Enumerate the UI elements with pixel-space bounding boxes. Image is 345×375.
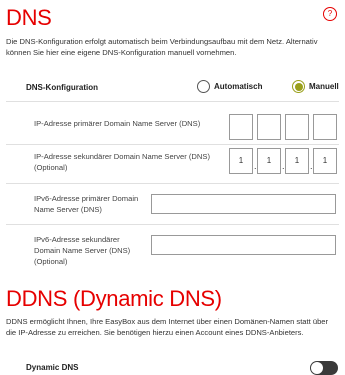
- ipv6-secondary-dns-label: IPv6-Adresse sekundärer Domain Name Serv…: [34, 235, 131, 266]
- primary-dns-octet-1[interactable]: [229, 114, 253, 140]
- primary-dns-octet-2[interactable]: [257, 114, 281, 140]
- radio-manual[interactable]: Manuell: [292, 80, 339, 93]
- help-icon[interactable]: ?: [323, 7, 337, 21]
- divider: [6, 101, 339, 102]
- divider: [6, 224, 339, 225]
- ipv6-primary-dns-label: IPv6-Adresse primärer Domain Name Server…: [34, 194, 139, 214]
- radio-automatic[interactable]: Automatisch: [197, 80, 262, 93]
- secondary-dns-octet-4[interactable]: 1: [313, 148, 337, 174]
- radio-automatic-label: Automatisch: [214, 82, 263, 91]
- radio-automatic-circle[interactable]: [197, 80, 210, 93]
- ddns-description: DDNS ermöglicht Ihnen, Ihre EasyBox aus …: [6, 317, 329, 337]
- divider: [6, 183, 339, 184]
- primary-dns-octet-3[interactable]: [285, 114, 309, 140]
- secondary-dns-label: IP-Adresse sekundärer Domain Name Server…: [34, 152, 210, 172]
- dynamic-dns-toggle[interactable]: [310, 361, 338, 375]
- dns-settings-page: DNS ? Die DNS-Konfiguration erfolgt auto…: [0, 0, 345, 375]
- secondary-dns-octet-3[interactable]: 1: [285, 148, 309, 174]
- divider: [6, 144, 339, 145]
- ddns-title: DDNS (Dynamic DNS): [6, 286, 222, 311]
- primary-dns-label: IP-Adresse primärer Domain Name Server (…: [34, 119, 201, 128]
- ipv6-secondary-dns-input[interactable]: [151, 235, 336, 255]
- secondary-dns-octet-2[interactable]: 1: [257, 148, 281, 174]
- dns-title: DNS: [6, 5, 52, 30]
- toggle-knob: [311, 362, 323, 374]
- secondary-dns-octet-1[interactable]: 1: [229, 148, 253, 174]
- radio-manual-label: Manuell: [309, 82, 339, 91]
- dynamic-dns-label: Dynamic DNS: [26, 363, 79, 372]
- primary-dns-octet-4[interactable]: [313, 114, 337, 140]
- radio-manual-circle[interactable]: [292, 80, 305, 93]
- ipv6-primary-dns-input[interactable]: [151, 194, 336, 214]
- dns-config-label: DNS-Konfiguration: [26, 83, 98, 92]
- dns-description: Die DNS-Konfiguration erfolgt automatisc…: [6, 37, 318, 57]
